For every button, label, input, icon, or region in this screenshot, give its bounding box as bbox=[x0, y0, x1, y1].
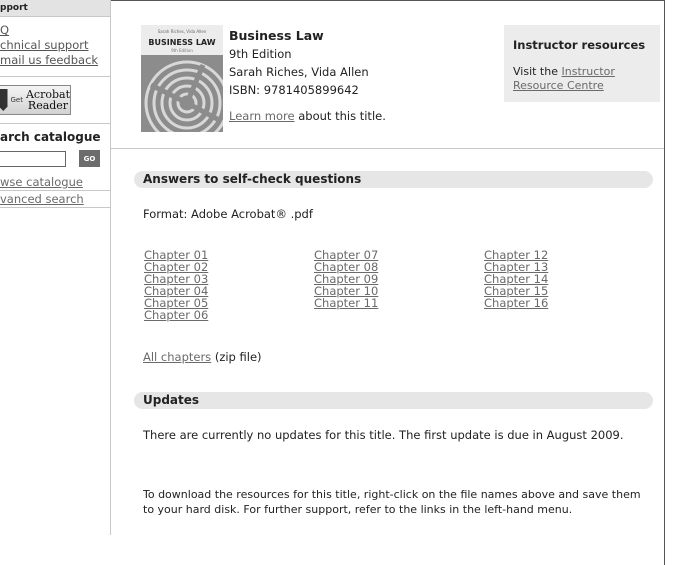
all-chapters-link[interactable]: All chapters bbox=[143, 350, 211, 364]
support-links: Q chnical support mail us feedback bbox=[0, 17, 110, 68]
header-divider bbox=[111, 148, 664, 149]
answers-section-heading: Answers to self-check questions bbox=[134, 171, 653, 188]
learn-more-line: Learn more about this title. bbox=[229, 109, 386, 123]
search-input[interactable] bbox=[0, 150, 66, 167]
faq-link[interactable]: Q bbox=[0, 23, 9, 37]
acrobat-get-label: Get bbox=[10, 96, 23, 104]
sidebar-divider bbox=[0, 76, 110, 77]
book-authors: Sarah Riches, Vida Allen bbox=[229, 65, 369, 79]
chapter-column-3: Chapter 12 Chapter 13 Chapter 14 Chapter 15… bbox=[484, 249, 548, 309]
chapter-link[interactable]: Chapter 16 bbox=[484, 296, 548, 310]
technical-support-link[interactable]: chnical support bbox=[0, 38, 88, 52]
book-cover-image: Sarah Riches, Vida Allen BUSINESS LAW 9t… bbox=[141, 25, 223, 132]
support-heading: pport bbox=[0, 0, 110, 17]
book-edition: 9th Edition bbox=[229, 47, 292, 61]
format-text: Format: Adobe Acrobat® .pdf bbox=[143, 207, 313, 221]
learn-more-link[interactable]: Learn more bbox=[229, 109, 295, 123]
get-acrobat-reader-button[interactable]: Get Acrobat Reader bbox=[0, 85, 71, 115]
chapter-link[interactable]: Chapter 06 bbox=[144, 308, 208, 322]
search-catalogue-heading: arch catalogue bbox=[0, 130, 101, 144]
book-isbn: ISBN: 9781405899642 bbox=[229, 83, 359, 97]
acrobat-logo-icon bbox=[0, 89, 8, 111]
book-info: Business Law 9th Edition Sarah Riches, V… bbox=[229, 27, 386, 125]
updates-text: There are currently no updates for this … bbox=[143, 428, 624, 442]
instructor-resources-panel: Instructor resources Visit the Instructo… bbox=[504, 25, 660, 102]
all-chapters-line: All chapters (zip file) bbox=[143, 350, 262, 364]
instructor-resources-title: Instructor resources bbox=[513, 38, 646, 52]
chapter-link[interactable]: Chapter 11 bbox=[314, 296, 378, 310]
maze-artwork bbox=[144, 60, 223, 132]
chapter-column-1: Chapter 01 Chapter 02 Chapter 03 Chapter 04… bbox=[144, 249, 208, 321]
instructor-resources-text: Visit the Instructor Resource Centre bbox=[513, 65, 615, 92]
advanced-search-link[interactable]: vanced search bbox=[0, 192, 84, 206]
chapter-column-2: Chapter 07 Chapter 08 Chapter 09 Chapter 10… bbox=[314, 249, 378, 309]
search-row: GO bbox=[0, 150, 110, 167]
email-feedback-link[interactable]: mail us feedback bbox=[0, 53, 98, 67]
book-title: Business Law bbox=[229, 28, 324, 43]
search-go-button[interactable]: GO bbox=[79, 150, 100, 167]
browse-catalogue-link[interactable]: wse catalogue bbox=[0, 175, 83, 189]
left-sidebar: pport Q chnical support mail us feedback… bbox=[0, 0, 111, 535]
acrobat-reader-label: Acrobat Reader bbox=[25, 88, 70, 112]
download-instructions: To download the resources for this title… bbox=[143, 488, 641, 516]
updates-section-heading: Updates bbox=[134, 392, 653, 409]
